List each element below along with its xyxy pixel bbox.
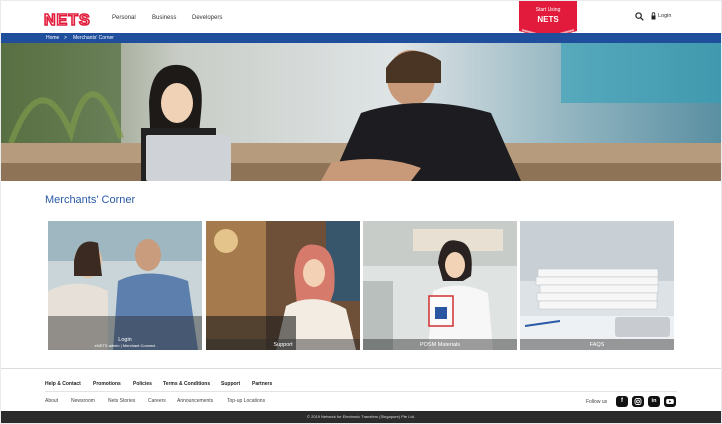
footer-link-terms[interactable]: Terms & Conditions [163,381,210,387]
login-link[interactable]: Login [651,12,671,20]
tile-support-image [206,221,360,350]
page: NETS Personal Business Developers Start … [1,1,721,423]
tile-login-caption: Login eNETS admin | Merchant Connect [48,337,202,348]
svg-text:NETS: NETS [44,12,91,27]
breadcrumb: Home > Merchants' Corner [1,33,721,43]
linkedin-icon[interactable]: in [648,396,660,407]
login-label: Login [658,13,672,19]
nets-logo-mark: NETS [44,11,91,27]
instagram-icon[interactable] [632,396,644,407]
tile-posm-image [363,221,517,350]
footer-link-topup-locations[interactable]: Top-up Locations [227,398,265,404]
footer-link-nets-stories[interactable]: Nets Stories [108,398,135,404]
cta-main-label: NETS [537,15,559,24]
nets-logo[interactable]: NETS [44,11,100,27]
footer-link-promotions[interactable]: Promotions [93,381,121,387]
tile-faqs[interactable]: FAQS [520,221,674,350]
tile-faqs-caption: FAQS [520,342,674,348]
footer-link-partners[interactable]: Partners [252,381,272,387]
youtube-icon[interactable] [664,396,676,407]
tile-login-image [48,221,202,350]
follow-us-label: Follow us [586,399,608,405]
site-header: NETS Personal Business Developers Start … [1,1,721,39]
copyright-bar: © 2019 Network for Electronic Transfers … [1,411,721,423]
search-icon[interactable] [635,12,644,21]
breadcrumb-separator: > [64,35,67,41]
hero-image [1,43,721,181]
footer-inner-divider [45,391,677,392]
footer-divider [1,368,721,369]
footer-link-newsroom[interactable]: Newsroom [71,398,95,404]
page-title: Merchants' Corner [45,194,136,206]
tile-support-label: Support [273,342,293,348]
tile-support[interactable]: Support [206,221,360,350]
tile-posm-caption: POSM Materials [363,342,517,348]
tile-posm-materials[interactable]: POSM Materials [363,221,517,350]
tile-login-sublabel: eNETS admin | Merchant Connect [94,343,156,348]
tile-posm-label: POSM Materials [419,342,461,348]
footer-link-policies[interactable]: Policies [133,381,152,387]
footer-link-careers[interactable]: Careers [148,398,166,404]
lock-icon [651,12,656,20]
tile-support-caption: Support [206,342,360,348]
tile-faqs-image [520,221,674,350]
copyright-text: © 2019 Network for Electronic Transfers … [307,414,415,419]
footer-link-help-contact[interactable]: Help & Contact [45,381,81,387]
tile-login[interactable]: Login eNETS admin | Merchant Connect [48,221,202,350]
nav-business[interactable]: Business [152,15,176,21]
footer-link-support[interactable]: Support [221,381,240,387]
nav-personal[interactable]: Personal [112,15,136,21]
nav-developers[interactable]: Developers [192,15,222,21]
facebook-icon[interactable]: f [616,396,628,407]
tile-faqs-label: FAQS [589,342,605,348]
breadcrumb-current: Merchants' Corner [73,35,114,41]
breadcrumb-home[interactable]: Home [46,35,59,41]
cta-top-label: Start Using [535,7,561,13]
footer-link-about[interactable]: About [45,398,58,404]
footer-link-announcements[interactable]: Announcements [177,398,213,404]
